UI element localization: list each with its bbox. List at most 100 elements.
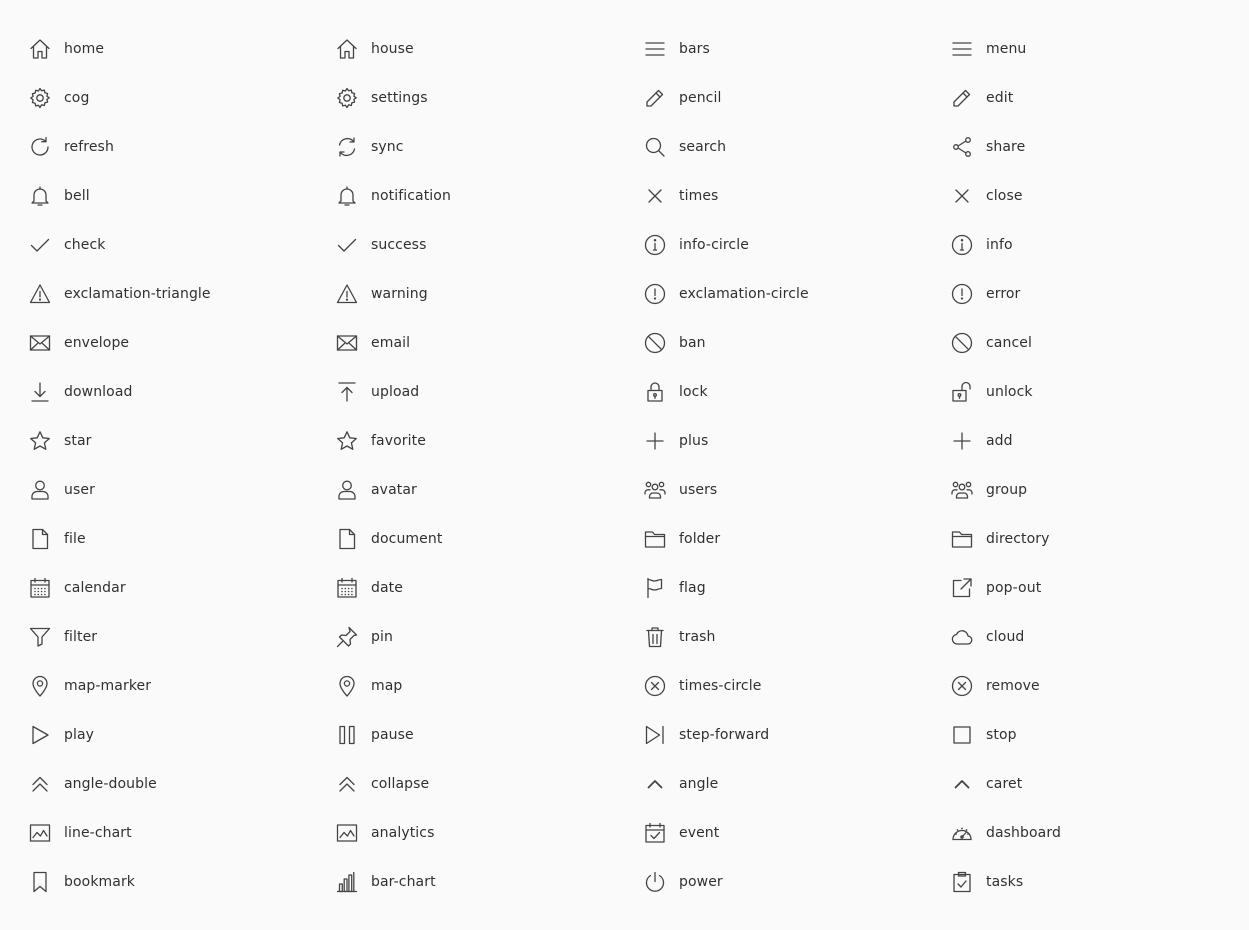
icon-label: sync <box>371 138 404 155</box>
caret-icon <box>950 772 974 796</box>
icon-label: refresh <box>64 138 114 155</box>
file-icon <box>28 527 52 551</box>
icon-item-filter: filter <box>28 612 335 661</box>
angle-icon <box>643 772 667 796</box>
icon-label: lock <box>679 383 708 400</box>
icon-label: cancel <box>986 334 1032 351</box>
pin-icon <box>335 625 359 649</box>
icon-item-calendar: calendar <box>28 563 335 612</box>
icon-item-bar-chart: bar-chart <box>335 857 643 906</box>
power-icon <box>643 870 667 894</box>
icon-item-flag: flag <box>643 563 950 612</box>
home-icon <box>28 37 52 61</box>
icon-item-avatar: avatar <box>335 465 643 514</box>
favorite-icon <box>335 429 359 453</box>
exclamation-triangle-icon <box>28 282 52 306</box>
icon-label: tasks <box>986 873 1024 890</box>
icon-label: exclamation-circle <box>679 285 809 302</box>
icon-label: collapse <box>371 775 430 792</box>
icon-item-date: date <box>335 563 643 612</box>
pause-icon <box>335 723 359 747</box>
icon-item-file: file <box>28 514 335 563</box>
pop-out-icon <box>950 576 974 600</box>
icon-item-user: user <box>28 465 335 514</box>
icon-label: user <box>64 481 95 498</box>
icon-label: success <box>371 236 427 253</box>
icon-label: stop <box>986 726 1017 743</box>
icon-item-search: search <box>643 122 950 171</box>
icon-label: favorite <box>371 432 426 449</box>
icon-item-exclamation-triangle: exclamation-triangle <box>28 269 335 318</box>
icon-item-edit: edit <box>950 73 1249 122</box>
upload-icon <box>335 380 359 404</box>
icon-label: notification <box>371 187 451 204</box>
icon-label: flag <box>679 579 706 596</box>
icon-item-step-forward: step-forward <box>643 710 950 759</box>
icon-item-upload: upload <box>335 367 643 416</box>
share-icon <box>950 135 974 159</box>
icon-item-plus: plus <box>643 416 950 465</box>
icon-item-info: info <box>950 220 1249 269</box>
icon-item-share: share <box>950 122 1249 171</box>
icon-item-remove: remove <box>950 661 1249 710</box>
icon-label: line-chart <box>64 824 132 841</box>
icon-label: date <box>371 579 403 596</box>
notification-icon <box>335 184 359 208</box>
icon-label: search <box>679 138 727 155</box>
play-icon <box>28 723 52 747</box>
lock-icon <box>643 380 667 404</box>
icon-item-stop: stop <box>950 710 1249 759</box>
tasks-icon <box>950 870 974 894</box>
icon-item-ban: ban <box>643 318 950 367</box>
check-icon <box>28 233 52 257</box>
icon-label: angle-double <box>64 775 157 792</box>
icon-item-home: home <box>28 24 335 73</box>
icon-item-envelope: envelope <box>28 318 335 367</box>
icon-item-cancel: cancel <box>950 318 1249 367</box>
date-icon <box>335 576 359 600</box>
icon-item-email: email <box>335 318 643 367</box>
avatar-icon <box>335 478 359 502</box>
icon-item-collapse: collapse <box>335 759 643 808</box>
icon-item-times-circle: times-circle <box>643 661 950 710</box>
icon-item-analytics: analytics <box>335 808 643 857</box>
icon-label: map-marker <box>64 677 152 694</box>
icon-item-power: power <box>643 857 950 906</box>
icon-item-folder: folder <box>643 514 950 563</box>
icon-item-bars: bars <box>643 24 950 73</box>
download-icon <box>28 380 52 404</box>
icon-item-pop-out: pop-out <box>950 563 1249 612</box>
icon-label: times <box>679 187 719 204</box>
dashboard-icon <box>950 821 974 845</box>
refresh-icon <box>28 135 52 159</box>
icon-label: group <box>986 481 1028 498</box>
trash-icon <box>643 625 667 649</box>
icon-label: pin <box>371 628 393 645</box>
icon-item-warning: warning <box>335 269 643 318</box>
icon-label: times-circle <box>679 677 762 694</box>
calendar-icon <box>28 576 52 600</box>
analytics-icon <box>335 821 359 845</box>
icon-label: step-forward <box>679 726 770 743</box>
menu-icon <box>950 37 974 61</box>
icon-label: pop-out <box>986 579 1042 596</box>
times-circle-icon <box>643 674 667 698</box>
icon-label: check <box>64 236 106 253</box>
icon-label: cloud <box>986 628 1025 645</box>
icon-label: angle <box>679 775 719 792</box>
pencil-icon <box>643 86 667 110</box>
icon-item-sync: sync <box>335 122 643 171</box>
directory-icon <box>950 527 974 551</box>
group-icon <box>950 478 974 502</box>
icon-item-check: check <box>28 220 335 269</box>
flag-icon <box>643 576 667 600</box>
icon-item-exclamation-circle: exclamation-circle <box>643 269 950 318</box>
icon-label: bookmark <box>64 873 136 890</box>
sync-icon <box>335 135 359 159</box>
icon-label: avatar <box>371 481 417 498</box>
info-circle-icon <box>643 233 667 257</box>
icon-item-directory: directory <box>950 514 1249 563</box>
icon-label: cog <box>64 89 90 106</box>
exclamation-circle-icon <box>643 282 667 306</box>
icon-label: info <box>986 236 1013 253</box>
